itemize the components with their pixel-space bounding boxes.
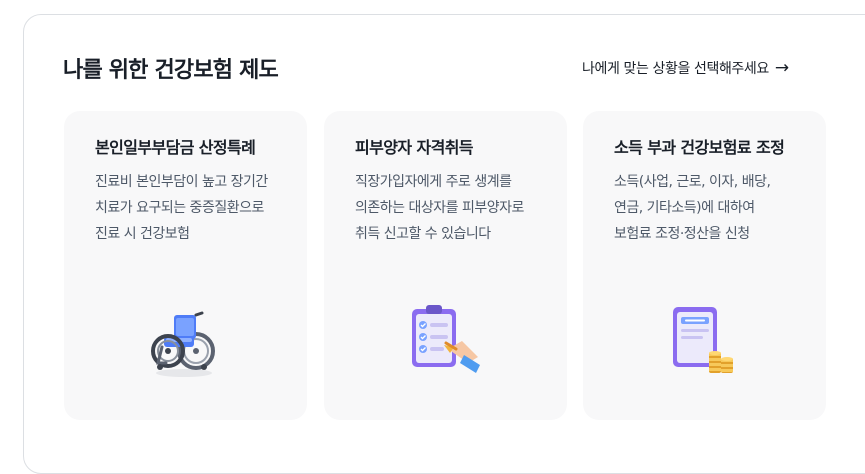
card-title: 본인일부부담금 산정특례 xyxy=(95,138,256,157)
card-copay-special-case[interactable]: 본인일부부담금 산정특례 진료비 본인부담이 높고 장기간 치료가 요구되는 중… xyxy=(64,111,307,420)
arrow-right-icon: → xyxy=(774,57,789,78)
select-situation-label: 나에게 맞는 상황을 선택해주세요 xyxy=(582,61,769,77)
wheelchair-icon xyxy=(144,301,224,381)
card-description: 진료비 본인부담이 높고 장기간 치료가 요구되는 중증질환으로 진료 시 건강… xyxy=(95,174,268,242)
card-title: 소득 부과 건강보험료 조정 xyxy=(614,138,785,157)
card-title: 피부양자 자격취득 xyxy=(355,138,474,157)
card-income-premium-adjustment[interactable]: 소득 부과 건강보험료 조정 소득(사업, 근로, 이자, 배당, 연금, 기타… xyxy=(583,111,826,420)
card-description: 소득(사업, 근로, 이자, 배당, 연금, 기타소득)에 대하여 보험료 조정… xyxy=(614,174,771,242)
select-situation-link[interactable]: 나에게 맞는 상황을 선택해주세요 → xyxy=(582,58,789,78)
clipboard-checklist-icon xyxy=(404,301,484,381)
card-dependent-qualification[interactable]: 피부양자 자격취득 직장가입자에게 주로 생계를 의존하는 대상자를 피부양자로… xyxy=(324,111,567,420)
section-title: 나를 위한 건강보험 제도 xyxy=(63,58,279,83)
insurance-document-coins-icon xyxy=(663,301,743,381)
card-description: 직장가입자에게 주로 생계를 의존하는 대상자를 피부양자로 취득 신고할 수 … xyxy=(355,174,524,242)
